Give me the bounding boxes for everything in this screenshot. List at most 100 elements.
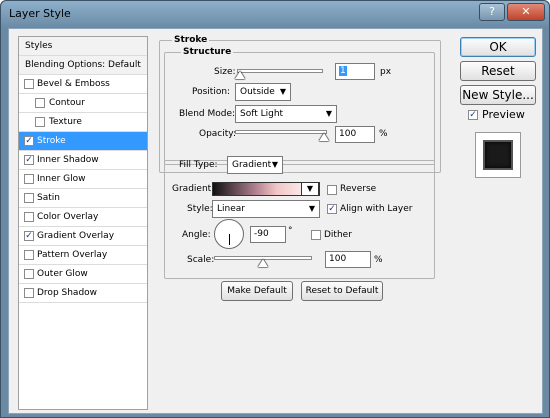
dither-label: Dither: [324, 230, 352, 240]
style-item-checkbox[interactable]: [24, 250, 34, 260]
stroke-title: Stroke: [172, 35, 210, 45]
style-item-color-overlay[interactable]: Color Overlay: [19, 208, 147, 227]
size-slider-track[interactable]: [237, 69, 323, 73]
style-item-label: Pattern Overlay: [37, 250, 108, 260]
opacity-unit: %: [379, 129, 388, 139]
style-item-inner-shadow[interactable]: ✓ Inner Shadow: [19, 151, 147, 170]
reset-button[interactable]: Reset: [460, 61, 536, 81]
styles-header[interactable]: Styles: [19, 37, 147, 56]
blending-options-item[interactable]: Blending Options: Default: [19, 56, 147, 75]
size-value: 1: [339, 66, 347, 76]
style-item-checkbox[interactable]: ✓: [24, 231, 34, 241]
style-item-label: Stroke: [37, 136, 66, 146]
fill-type-label: Fill Type:: [179, 160, 218, 170]
new-style-button[interactable]: New Style...: [460, 85, 536, 105]
style-preview-swatch: [475, 132, 521, 178]
angle-label: Angle:: [182, 230, 211, 240]
style-item-checkbox[interactable]: ✓: [24, 155, 34, 165]
fill-type-select[interactable]: Gradient ▼: [227, 156, 283, 174]
position-select[interactable]: Outside ▼: [235, 83, 291, 101]
layer-style-window: Layer Style ? ✕ Styles Blending Options:…: [0, 0, 550, 418]
style-item-label: Drop Shadow: [37, 288, 98, 298]
chevron-down-icon: ▼: [279, 87, 286, 96]
scale-unit: %: [374, 255, 383, 265]
structure-title: Structure: [181, 47, 234, 57]
style-select[interactable]: Linear ▼: [212, 200, 320, 218]
opacity-label: Opacity:: [199, 129, 236, 139]
opacity-input[interactable]: 100: [335, 126, 375, 143]
preview-thumbnail: [483, 140, 513, 170]
scale-label: Scale:: [187, 255, 215, 265]
ok-button[interactable]: OK: [460, 37, 536, 57]
style-item-checkbox[interactable]: [35, 98, 45, 108]
style-item-outer-glow[interactable]: Outer Glow: [19, 265, 147, 284]
style-value: Linear: [217, 204, 245, 214]
gradient-label: Gradient:: [172, 184, 215, 194]
align-with-layer-label: Align with Layer: [340, 204, 413, 214]
reset-to-default-button[interactable]: Reset to Default: [301, 281, 383, 301]
position-label: Position:: [192, 87, 231, 97]
style-item-checkbox[interactable]: [24, 79, 34, 89]
position-value: Outside: [240, 87, 275, 97]
chevron-down-icon: ▼: [325, 109, 332, 118]
chevron-down-icon: ▼: [271, 160, 278, 169]
style-item-label: Inner Glow: [37, 174, 86, 184]
style-item-inner-glow[interactable]: Inner Glow: [19, 170, 147, 189]
style-item-stroke[interactable]: ✓ Stroke: [19, 132, 147, 151]
dither-checkbox[interactable]: [311, 230, 321, 240]
size-label: Size:: [214, 67, 236, 77]
style-item-texture[interactable]: Texture: [19, 113, 147, 132]
style-item-bevel-emboss[interactable]: Bevel & Emboss: [19, 75, 147, 94]
preview-checkbox[interactable]: ✓: [468, 110, 478, 120]
preview-label: Preview: [482, 108, 525, 121]
style-item-checkbox[interactable]: ✓: [24, 136, 34, 146]
style-item-label: Outer Glow: [37, 269, 88, 279]
reverse-checkbox[interactable]: [327, 185, 337, 195]
style-item-contour[interactable]: Contour: [19, 94, 147, 113]
style-label: Style:: [187, 204, 213, 214]
style-item-label: Inner Shadow: [37, 155, 99, 165]
angle-dial-hand: [229, 234, 230, 245]
style-item-label: Contour: [49, 98, 85, 108]
style-item-label: Texture: [49, 117, 82, 127]
size-input[interactable]: 1: [335, 63, 375, 80]
window-title: Layer Style: [9, 7, 71, 20]
close-button[interactable]: ✕: [507, 3, 545, 21]
style-item-checkbox[interactable]: [24, 174, 34, 184]
scale-input[interactable]: 100: [325, 251, 371, 268]
help-button[interactable]: ?: [479, 3, 505, 21]
angle-dial[interactable]: [214, 219, 244, 249]
styles-list: Styles Blending Options: Default Bevel &…: [18, 36, 148, 410]
angle-input[interactable]: -90: [250, 226, 286, 243]
size-slider-thumb[interactable]: [235, 71, 245, 79]
angle-unit: °: [288, 226, 293, 236]
dialog-body: Styles Blending Options: Default Bevel &…: [8, 28, 543, 414]
blend-mode-label: Blend Mode:: [179, 109, 236, 119]
style-item-label: Color Overlay: [37, 212, 99, 222]
align-with-layer-checkbox[interactable]: ✓: [327, 204, 337, 214]
style-item-drop-shadow[interactable]: Drop Shadow: [19, 284, 147, 303]
opacity-slider-thumb[interactable]: [319, 133, 329, 141]
style-item-checkbox[interactable]: [35, 117, 45, 127]
title-bar[interactable]: Layer Style ? ✕: [1, 1, 549, 27]
style-item-satin[interactable]: Satin: [19, 189, 147, 208]
reverse-label: Reverse: [340, 184, 377, 194]
blend-mode-value: Soft Light: [240, 109, 284, 119]
fill-type-value: Gradient: [232, 160, 272, 170]
style-item-pattern-overlay[interactable]: Pattern Overlay: [19, 246, 147, 265]
style-item-label: Satin: [37, 193, 60, 203]
chevron-down-icon: ▼: [308, 204, 315, 213]
style-item-checkbox[interactable]: [24, 212, 34, 222]
style-item-checkbox[interactable]: [24, 288, 34, 298]
style-item-checkbox[interactable]: [24, 269, 34, 279]
scale-slider-thumb[interactable]: [258, 259, 268, 267]
style-item-label: Gradient Overlay: [37, 231, 115, 241]
gradient-dropdown-icon[interactable]: ▼: [301, 182, 319, 196]
opacity-slider-track[interactable]: [235, 130, 327, 134]
style-item-gradient-overlay[interactable]: ✓ Gradient Overlay: [19, 227, 147, 246]
size-unit: px: [380, 67, 392, 77]
style-item-label: Bevel & Emboss: [37, 79, 110, 89]
style-item-checkbox[interactable]: [24, 193, 34, 203]
blend-mode-select[interactable]: Soft Light ▼: [235, 105, 337, 123]
make-default-button[interactable]: Make Default: [221, 281, 293, 301]
